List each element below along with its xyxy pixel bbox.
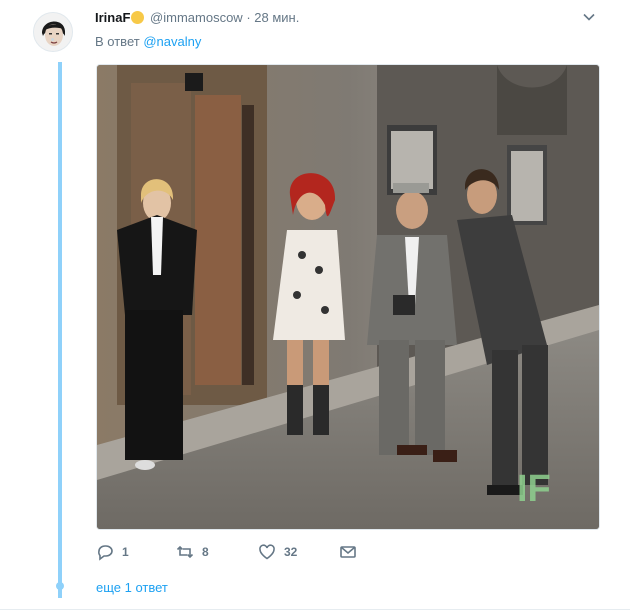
reply-icon xyxy=(98,545,113,561)
envelope-icon xyxy=(340,546,356,558)
tweet-actions: 1 8 32 xyxy=(96,543,396,563)
avatar-image xyxy=(34,13,72,51)
divider xyxy=(0,609,630,610)
reply-to-link[interactable]: @navalny xyxy=(143,34,201,49)
photo-watermark: IF xyxy=(517,468,551,510)
thread-dot-small xyxy=(51,38,54,41)
thread-line xyxy=(58,62,62,598)
direct-message-button[interactable] xyxy=(339,543,357,561)
heart-icon xyxy=(259,544,275,560)
timestamp[interactable]: 28 мин. xyxy=(254,10,299,25)
tweet-header: IrinaF @immamoscow · 28 мин. xyxy=(95,10,299,26)
thread-line-end xyxy=(56,582,64,590)
like-button[interactable]: 32 xyxy=(258,543,297,561)
photo-illustration: IF xyxy=(97,65,599,529)
separator: · xyxy=(246,10,251,25)
retweet-count: 8 xyxy=(202,545,209,559)
thinking-face-emoji-icon xyxy=(131,11,145,24)
user-handle[interactable]: @immamoscow xyxy=(150,10,243,25)
display-name[interactable]: IrinaF xyxy=(95,10,130,25)
show-more-replies-link[interactable]: еще 1 ответ xyxy=(96,580,168,595)
retweet-button[interactable]: 8 xyxy=(176,543,209,561)
avatar[interactable] xyxy=(33,12,73,52)
reply-count: 1 xyxy=(122,545,129,559)
reply-context: В ответ @navalny xyxy=(95,34,201,49)
like-count: 32 xyxy=(284,545,298,559)
chevron-down-icon[interactable] xyxy=(582,10,596,24)
reply-prefix: В ответ xyxy=(95,34,140,49)
tweet-photo[interactable]: IF xyxy=(96,64,600,530)
reply-button[interactable]: 1 xyxy=(96,543,129,561)
retweet-icon xyxy=(176,545,194,559)
